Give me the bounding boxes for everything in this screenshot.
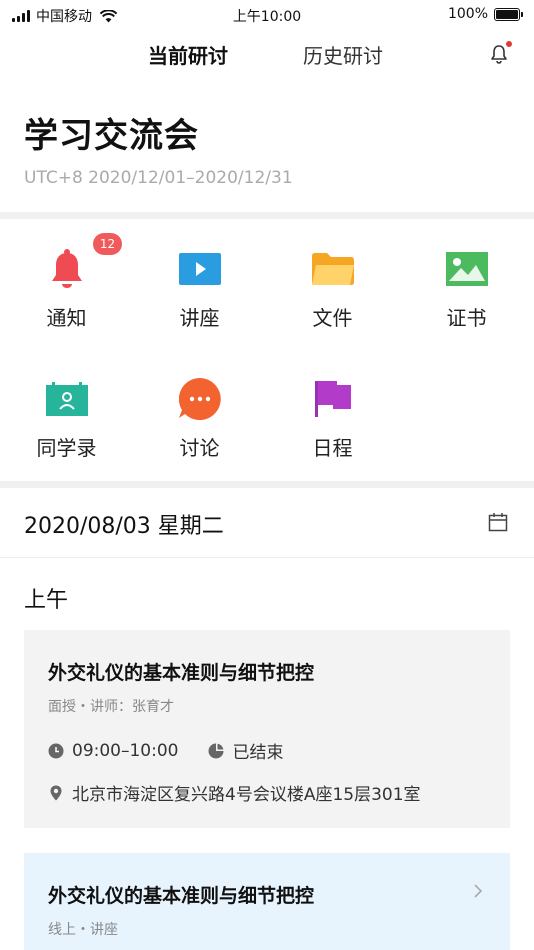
contacts-icon bbox=[46, 378, 88, 420]
pie-status-icon bbox=[208, 743, 224, 759]
period-label: 上午 bbox=[24, 588, 69, 613]
tab-current[interactable]: 当前研讨 bbox=[148, 40, 228, 69]
status-bar: 中国移动 上午10:00 100% bbox=[0, 0, 534, 30]
date-range: UTC+8 2020/12/01–2020/12/31 bbox=[24, 168, 293, 188]
bell-icon bbox=[46, 248, 88, 290]
session-time-row: 09:00–10:00 已结束 bbox=[48, 738, 283, 763]
section-divider bbox=[0, 481, 534, 488]
feature-grid: 12 通知 讲座 文件 证书 同学录 讨论 日程 bbox=[0, 220, 534, 482]
grid-item-schedule[interactable]: 日程 bbox=[266, 350, 399, 480]
grid-label-lecture: 讲座 bbox=[179, 306, 220, 330]
grid-label-discussion: 讨论 bbox=[179, 436, 220, 460]
video-icon bbox=[179, 248, 221, 290]
grid-item-lecture[interactable]: 讲座 bbox=[133, 220, 266, 350]
grid-item-certificate[interactable]: 证书 bbox=[400, 220, 533, 350]
schedule-date: 2020/08/03 星期二 bbox=[24, 514, 224, 539]
date-row: 2020/08/03 星期二 bbox=[0, 488, 534, 558]
grid-label-notice: 通知 bbox=[46, 306, 87, 330]
image-icon bbox=[446, 248, 488, 290]
session-meta: 线上・讲座 bbox=[48, 922, 118, 938]
status-right: 100% bbox=[447, 6, 523, 22]
chat-icon bbox=[179, 378, 221, 420]
grid-label-files: 文件 bbox=[312, 306, 353, 330]
session-title: 外交礼仪的基本准则与细节把控 bbox=[48, 662, 315, 684]
session-meta: 面授・讲师：张育才 bbox=[48, 699, 174, 715]
section-divider bbox=[0, 212, 534, 219]
grid-label-schedule: 日程 bbox=[312, 436, 353, 460]
session-location-row: 北京市海淀区复兴路4号会议楼A座15层301室 bbox=[48, 780, 421, 805]
grid-item-files[interactable]: 文件 bbox=[266, 220, 399, 350]
session-location: 北京市海淀区复兴路4号会议楼A座15层301室 bbox=[72, 785, 421, 805]
session-card[interactable]: 外交礼仪的基本准则与细节把控 线上・讲座 bbox=[24, 853, 510, 950]
session-status: 已结束 bbox=[232, 743, 284, 763]
flag-icon bbox=[312, 378, 354, 420]
session-title: 外交礼仪的基本准则与细节把控 bbox=[48, 885, 315, 907]
top-tabs: 当前研讨 历史研讨 bbox=[0, 40, 534, 74]
calendar-icon[interactable] bbox=[488, 512, 508, 532]
grid-label-classmates: 同学录 bbox=[36, 436, 97, 460]
battery-percent: 100% bbox=[447, 6, 488, 22]
notification-dot bbox=[506, 41, 512, 47]
notification-button[interactable] bbox=[488, 41, 512, 65]
grid-item-discussion[interactable]: 讨论 bbox=[133, 350, 266, 480]
folder-icon bbox=[312, 248, 354, 290]
grid-label-certificate: 证书 bbox=[446, 306, 487, 330]
unread-badge: 12 bbox=[93, 233, 122, 255]
page-title: 学习交流会 bbox=[24, 116, 199, 156]
session-card[interactable]: 外交礼仪的基本准则与细节把控 面授・讲师：张育才 09:00–10:00 已结束… bbox=[24, 630, 510, 828]
battery-icon bbox=[494, 7, 523, 21]
clock-icon bbox=[48, 743, 64, 759]
session-time: 09:00–10:00 bbox=[72, 740, 179, 761]
grid-item-notice[interactable]: 12 通知 bbox=[0, 220, 133, 350]
location-pin-icon bbox=[48, 785, 64, 801]
chevron-right-icon bbox=[474, 884, 483, 898]
grid-item-classmates[interactable]: 同学录 bbox=[0, 350, 133, 480]
tab-history[interactable]: 历史研讨 bbox=[303, 40, 383, 69]
